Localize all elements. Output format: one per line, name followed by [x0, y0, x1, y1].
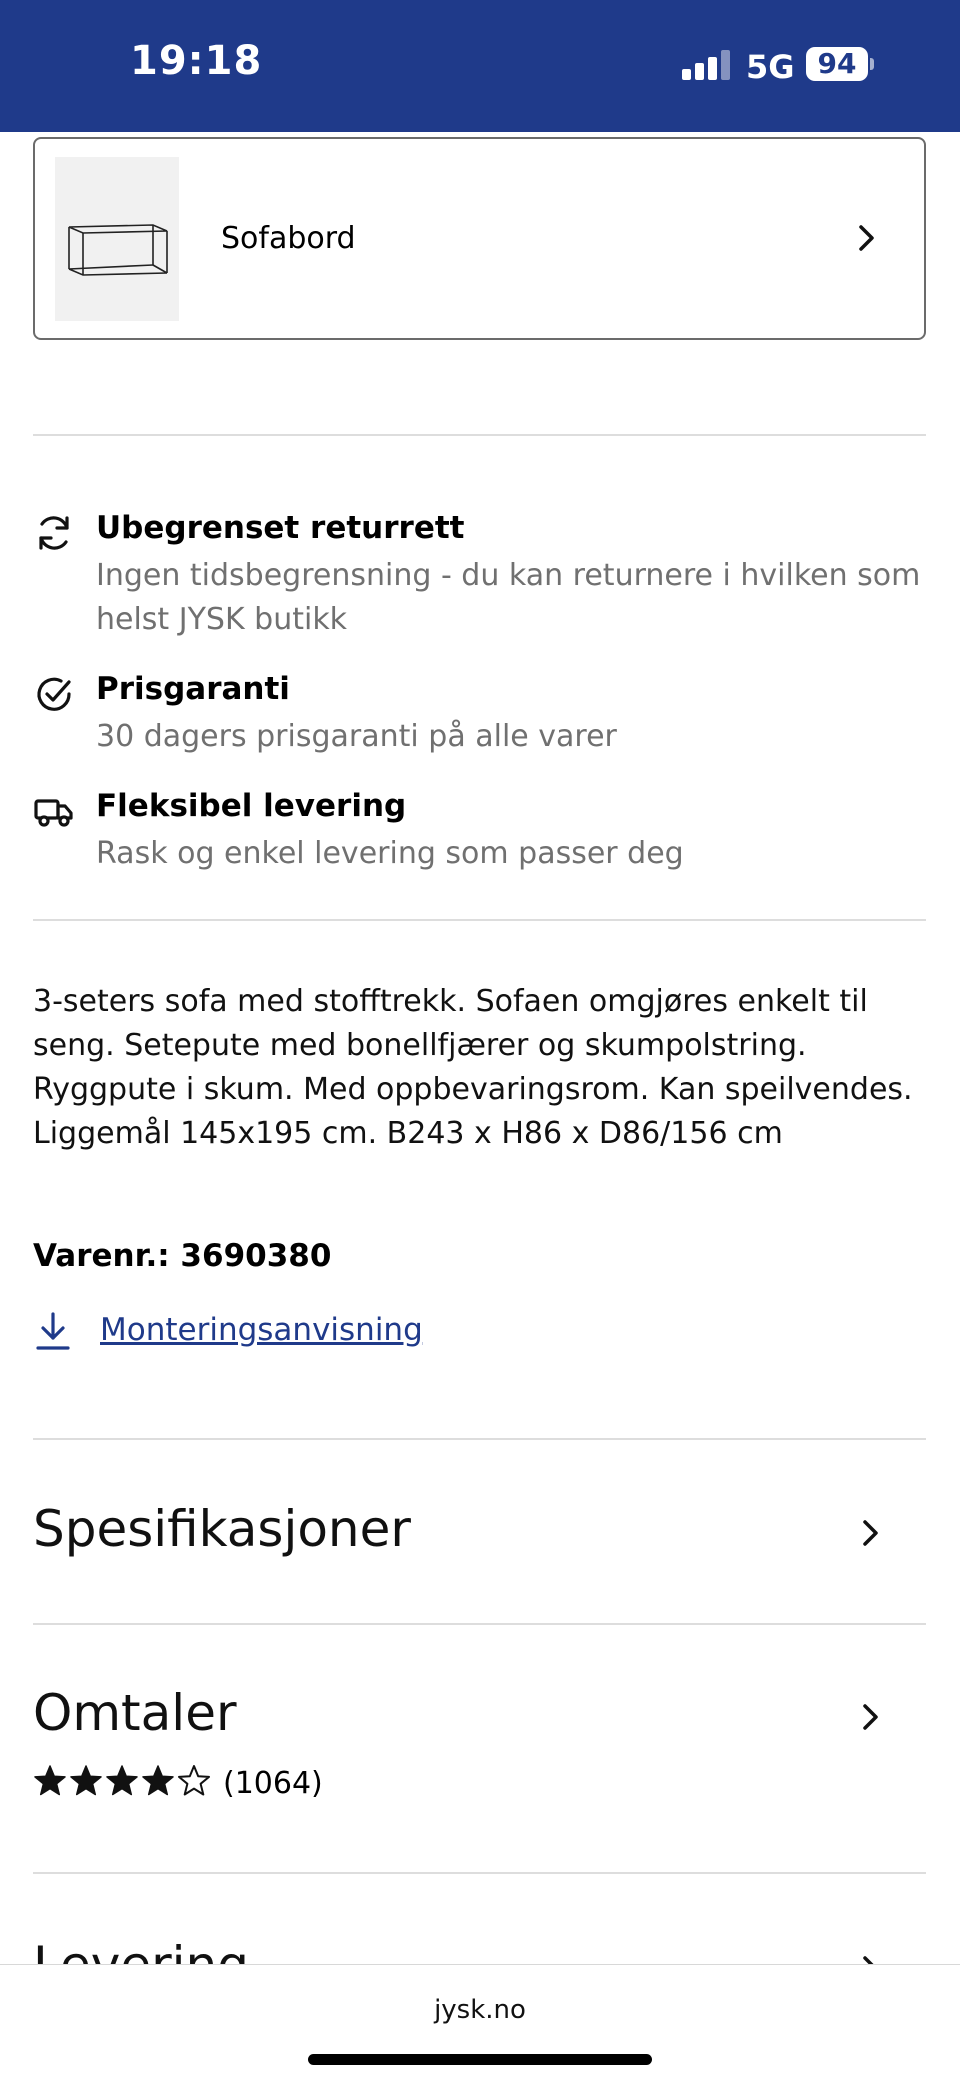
divider [33, 1438, 926, 1440]
refresh-icon [39, 516, 69, 550]
sku-number: Varenr.: 3690380 [33, 1238, 332, 1274]
home-indicator[interactable] [308, 2054, 652, 2065]
usp-title: Prisgaranti [96, 671, 290, 707]
related-product-card[interactable]: Sofabord [33, 137, 926, 340]
related-product-name: Sofabord [221, 221, 356, 256]
usp-flexible-delivery: Fleksibel levering Rask og enkel leverin… [33, 788, 926, 878]
product-description: 3-seters sofa med stofftrekk. Sofaen omg… [33, 984, 913, 1151]
usp-description: 30 dagers prisgaranti på alle varer [96, 719, 617, 754]
usp-description: Rask og enkel levering som passer deg [96, 836, 684, 871]
battery-icon: 94 [806, 47, 868, 81]
star-empty-icon [178, 1765, 210, 1796]
divider [33, 919, 926, 921]
star-filled-icon [70, 1765, 102, 1796]
check-circle-icon [37, 677, 71, 711]
star-filled-icon [142, 1765, 174, 1796]
coffee-table-thumbnail [55, 157, 179, 321]
usp-description: Ingen tidsbegrensning - du kan returnere… [96, 558, 921, 637]
truck-icon [34, 799, 73, 827]
battery-tip [870, 58, 874, 70]
star-filled-icon [34, 1765, 66, 1796]
signal-icon [682, 50, 730, 80]
reviews-heading[interactable]: Omtaler [33, 1684, 237, 1742]
usp-title: Fleksibel levering [96, 788, 407, 824]
chevron-right-icon [859, 225, 874, 251]
divider [33, 434, 926, 436]
review-count: (1064) [223, 1766, 323, 1801]
assembly-instructions-label[interactable]: Monteringsanvisning [100, 1312, 423, 1348]
star-filled-icon [106, 1765, 138, 1796]
divider [33, 1623, 926, 1625]
chevron-right-icon [863, 1520, 878, 1546]
download-icon [36, 1312, 70, 1350]
status-time: 19:18 [130, 38, 263, 84]
browser-url-bar[interactable]: jysk.no [0, 1964, 960, 2081]
status-bar: 19:18 5G 94 [0, 0, 960, 132]
usp-return-policy: Ubegrenset returrett Ingen tidsbegrensni… [33, 510, 926, 640]
url-text[interactable]: jysk.no [0, 1995, 960, 2025]
usp-title: Ubegrenset returrett [96, 510, 465, 546]
usp-price-guarantee: Prisgaranti 30 dagers prisgaranti på all… [33, 671, 926, 761]
network-type: 5G [746, 48, 795, 86]
chevron-right-icon [863, 1704, 878, 1730]
divider [33, 1872, 926, 1874]
specifications-heading[interactable]: Spesifikasjoner [33, 1500, 411, 1558]
